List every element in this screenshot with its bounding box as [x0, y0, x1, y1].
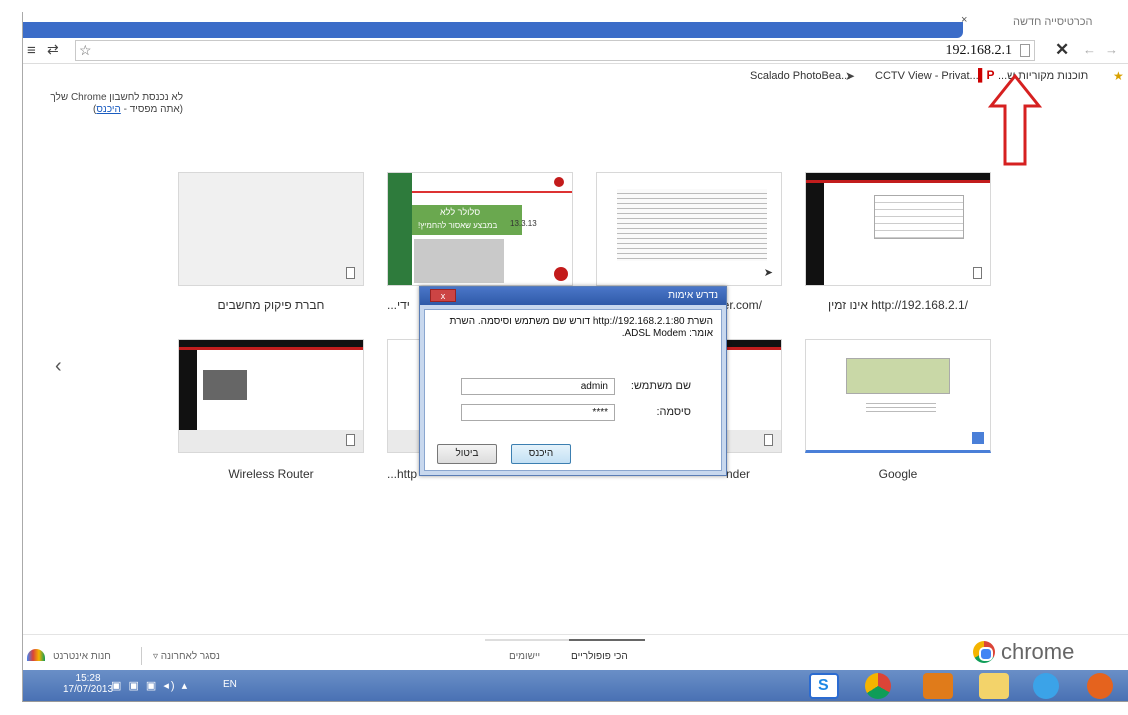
- extension-icon[interactable]: ⇄: [47, 41, 59, 58]
- ntp-footer: הכי פופולריים יישומים חנות אינטרנט נסגר …: [23, 634, 1128, 670]
- send-icon: ➤: [845, 69, 856, 83]
- send-icon: ➤: [763, 267, 773, 279]
- dialog-titlebar: נדרש אימות x: [420, 287, 726, 305]
- page-fade: [179, 430, 363, 452]
- web-store-icon[interactable]: [27, 649, 45, 661]
- signin-text: לא נכנסת לחשבון Chrome שלך: [50, 92, 183, 103]
- page-icon: [764, 434, 773, 446]
- page-icon: [346, 267, 355, 279]
- username-label: שם משתמש:: [630, 380, 691, 392]
- media-player-icon[interactable]: [923, 673, 953, 699]
- tab-close-icon[interactable]: ×: [961, 14, 967, 26]
- windows-taskbar: 15:28 17/07/2013 ▣ ▣ ▣ ◂) ▴ EN: [23, 670, 1128, 701]
- bookmark-cctv[interactable]: CCTV View - Privat...: [875, 70, 979, 82]
- page-icon: [346, 434, 355, 446]
- prev-page-icon[interactable]: ‹: [55, 355, 62, 378]
- chrome-taskbar-icon[interactable]: [865, 673, 891, 699]
- username-input[interactable]: admin: [461, 378, 615, 395]
- tray-icons[interactable]: ▣ ▣ ▣ ◂) ▴: [111, 679, 189, 692]
- signin-promo: לא נכנסת לחשבון Chrome שלך (אתה מפסיד - …: [23, 92, 183, 116]
- forward-icon[interactable]: →: [1105, 42, 1118, 57]
- tray-clock[interactable]: 15:28 17/07/2013: [63, 673, 113, 695]
- cancel-button[interactable]: ביטול: [437, 444, 497, 464]
- url-text[interactable]: 192.168.2.1: [946, 43, 1013, 59]
- clock-date: 17/07/2013: [63, 684, 114, 695]
- page-preview: [617, 189, 767, 261]
- tab-most-visited[interactable]: הכי פופולריים: [571, 651, 628, 662]
- auth-dialog: נדרש אימות x השרת http://192.168.2.1:80 …: [419, 286, 727, 476]
- password-input[interactable]: ****: [461, 404, 615, 421]
- back-icon[interactable]: ←: [1083, 42, 1096, 57]
- google-links: [866, 400, 936, 414]
- promo-header: [412, 173, 572, 193]
- firefox-icon[interactable]: [1087, 673, 1113, 699]
- browser-window: × הכרטיסייה חדשה ≡ ⇄ ☆ 192.168.2.1 ✕ ← →…: [22, 12, 1128, 702]
- signin-paren-open: (אתה מפסיד -: [120, 104, 183, 115]
- dialog-message: השרת http://192.168.2.1:80 דורש שם משתמש…: [449, 316, 713, 339]
- chrome-wordmark: chrome: [1001, 639, 1075, 664]
- bookmarks-bar: Scalado PhotoBea... ➤ CCTV View - Privat…: [23, 65, 1128, 87]
- bookmark-scalado[interactable]: Scalado PhotoBea...: [750, 70, 850, 82]
- thumbnail-label: חברת פיקוק מחשבים: [217, 298, 325, 312]
- address-bar[interactable]: ☆ 192.168.2.1: [75, 40, 1035, 61]
- tab-apps[interactable]: יישומים: [509, 651, 540, 662]
- promo-sidebar: [388, 173, 412, 285]
- recently-closed-menu[interactable]: נסגר לאחרונה ▿: [153, 651, 220, 662]
- dialog-body: השרת http://192.168.2.1:80 דורש שם משתמש…: [424, 309, 722, 471]
- clock-time: 15:28: [75, 673, 101, 684]
- language-indicator[interactable]: EN: [223, 679, 237, 690]
- router-panel: [203, 370, 247, 400]
- stop-icon[interactable]: ✕: [1055, 40, 1069, 60]
- thumbnail-tile[interactable]: ➤: [596, 172, 782, 286]
- page-info-icon[interactable]: [1020, 44, 1030, 57]
- promo-text: במבצע שאסור להחמיץ!: [418, 221, 498, 230]
- footer-divider: [141, 647, 142, 665]
- promo-image: [414, 239, 504, 283]
- promo-text: סלולר ללא: [440, 207, 481, 217]
- thumbnail-tile[interactable]: [805, 339, 991, 453]
- dialog-close-button[interactable]: x: [430, 289, 456, 302]
- page-switcher-thumb: [569, 639, 645, 641]
- thumbnail-tile[interactable]: [805, 172, 991, 286]
- tab-new-tab[interactable]: הכרטיסייה חדשה: [1013, 16, 1093, 28]
- annotation-arrow-icon: [987, 73, 1043, 166]
- thumbnail-tile[interactable]: סלולר ללא במבצע שאסור להחמיץ! 13.3.13: [387, 172, 573, 286]
- tab-active[interactable]: [23, 22, 963, 38]
- google-doodle: [846, 358, 950, 394]
- file-explorer-icon[interactable]: [979, 673, 1009, 699]
- thumbnail-tile[interactable]: [178, 339, 364, 453]
- skype-icon[interactable]: [809, 673, 839, 699]
- login-button[interactable]: היכנס: [511, 444, 571, 464]
- thumbnail-label: Google: [878, 467, 918, 481]
- apps-star-icon: ★: [1113, 69, 1124, 83]
- promo-badge: [554, 177, 564, 187]
- internet-explorer-icon[interactable]: [1033, 673, 1059, 699]
- thumbnail-tile[interactable]: [178, 172, 364, 286]
- promo-banner: סלולר ללא במבצע שאסור להחמיץ!: [412, 205, 522, 235]
- toolbar: ≡ ⇄ ☆ 192.168.2.1 ✕ ← →: [23, 38, 1128, 64]
- promo-date: 13.3.13: [510, 219, 537, 228]
- bookmark-star-icon[interactable]: ☆: [79, 42, 92, 59]
- tab-strip: × הכרטיסייה חדשה: [23, 12, 1128, 38]
- dialog-title: נדרש אימות: [668, 290, 718, 301]
- menu-icon[interactable]: ≡: [27, 42, 36, 59]
- thumbnail-label: אינו זמין http://192.168.2.1/: [828, 298, 968, 312]
- promo-badge: [554, 267, 568, 281]
- router-header: [179, 340, 363, 350]
- page-icon: [973, 267, 982, 279]
- signin-link[interactable]: היכנס: [96, 104, 120, 115]
- web-store-link[interactable]: חנות אינטרנט: [53, 651, 111, 662]
- thumbnail-label: Wireless Router: [228, 467, 314, 481]
- router-header: [806, 173, 990, 183]
- google-plus-icon: [972, 432, 984, 444]
- signin-line2: (אתה מפסיד - היכנס): [23, 104, 183, 116]
- router-sidebar: [806, 183, 824, 285]
- password-label: סיסמה:: [656, 406, 691, 418]
- router-table: [874, 195, 964, 239]
- chrome-logo-icon: [973, 641, 995, 663]
